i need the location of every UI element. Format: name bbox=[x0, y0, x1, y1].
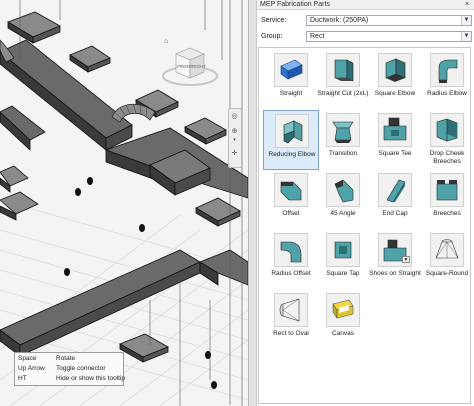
square-elbow-icon bbox=[378, 53, 412, 87]
part-tile-reducing-elbow[interactable]: Reducing Elbow bbox=[263, 110, 319, 170]
group-row: Group: Rect ▼ bbox=[257, 29, 474, 43]
group-label: Group: bbox=[261, 32, 283, 40]
part-label: End Cap bbox=[382, 210, 408, 217]
viewcube[interactable]: FRONT RIGHT bbox=[160, 40, 220, 90]
part-tile-offset[interactable]: Offset bbox=[263, 170, 319, 230]
panel-splitter[interactable] bbox=[248, 0, 257, 406]
keyboard-shortcut-tooltip: Space Rotate Up Arrow Toggle connector H… bbox=[14, 352, 126, 386]
group-select[interactable]: Rect ▼ bbox=[306, 30, 472, 42]
close-icon[interactable]: × bbox=[463, 1, 471, 9]
radius-elbow-icon bbox=[430, 53, 464, 87]
canvas-icon bbox=[326, 293, 360, 327]
end-cap-dropdown-icon[interactable]: ▼ bbox=[402, 256, 410, 263]
square-round-icon bbox=[430, 233, 464, 267]
pan-icon[interactable]: ✛ bbox=[230, 149, 239, 157]
model-viewport[interactable]: FRONT RIGHT ⌂ ◎ ⊕ ▾ ✛ Space Rotate Up Ar… bbox=[0, 0, 248, 406]
zoom-dropdown-icon[interactable]: ▾ bbox=[230, 137, 239, 143]
viewcube-right-label: RIGHT bbox=[192, 64, 206, 69]
reducing-elbow-icon bbox=[275, 114, 309, 148]
part-label: Straight bbox=[279, 90, 303, 97]
part-label: Shoes on Straight bbox=[369, 270, 421, 277]
part-label: Straight Cut (2xL) bbox=[317, 90, 369, 97]
part-label: Offset bbox=[282, 210, 300, 217]
breeches-icon bbox=[430, 173, 464, 207]
part-tile-rect-to-oval[interactable]: Rect to Oval bbox=[263, 290, 319, 350]
part-label: Reducing Elbow bbox=[268, 151, 316, 158]
straight-icon bbox=[274, 53, 308, 87]
part-label: Radius Offset bbox=[271, 270, 311, 277]
tooltip-key: Up Arrow bbox=[18, 365, 45, 372]
radius-offset-icon bbox=[274, 233, 308, 267]
drop-cheek-breeches-icon bbox=[430, 113, 464, 147]
part-tile-straight[interactable]: Straight bbox=[263, 50, 319, 110]
part-label: Drop Cheek Breeches bbox=[429, 150, 465, 165]
panel-titlebar[interactable]: MEP Fabrication Parts × bbox=[257, 0, 474, 10]
square-tap-icon bbox=[326, 233, 360, 267]
rect-to-oval-icon bbox=[274, 293, 308, 327]
tooltip-action: Toggle connector bbox=[56, 365, 106, 372]
end-cap-icon bbox=[378, 173, 412, 207]
part-label: Transition bbox=[328, 150, 358, 157]
service-row: Service: Ductwork: (250PA) ▼ bbox=[257, 13, 474, 27]
service-label: Service: bbox=[261, 16, 287, 24]
part-label: Square Elbow bbox=[374, 90, 416, 97]
straight-cut-icon bbox=[326, 53, 360, 87]
part-label: Square-Round bbox=[425, 270, 469, 277]
part-label: Canvas bbox=[331, 330, 355, 337]
part-tile-canvas[interactable]: Canvas bbox=[315, 290, 371, 350]
tooltip-action: Rotate bbox=[56, 355, 76, 362]
part-tile-end-cap[interactable]: End Cap bbox=[367, 170, 423, 230]
part-tile-radius-elbow[interactable]: Radius Elbow bbox=[419, 50, 474, 110]
part-tile-square-elbow[interactable]: Square Elbow bbox=[367, 50, 423, 110]
service-value: Ductwork: (250PA) bbox=[310, 16, 369, 24]
part-label: 45 Angle bbox=[330, 210, 356, 217]
part-tile-square-round[interactable]: Square-Round bbox=[419, 230, 474, 290]
steering-wheel-icon[interactable]: ◎ bbox=[230, 112, 239, 120]
part-label: Radius Elbow bbox=[427, 90, 467, 97]
tooltip-action: Hide or show this tooltip bbox=[56, 375, 126, 382]
parts-grid: Straight Straight Cut (2xL) Square Elbow Ra… bbox=[258, 47, 471, 404]
chevron-down-icon[interactable]: ▼ bbox=[461, 15, 471, 25]
tooltip-key: HT bbox=[18, 375, 27, 382]
transition-icon bbox=[326, 113, 360, 147]
part-tile-transition[interactable]: Transition bbox=[315, 110, 371, 170]
mep-fabrication-parts-panel: MEP Fabrication Parts × Service: Ductwor… bbox=[257, 0, 474, 406]
angle-45-icon bbox=[326, 173, 360, 207]
square-tee-icon bbox=[378, 113, 412, 147]
part-tile-drop-cheek-breeches[interactable]: Drop Cheek Breeches bbox=[419, 110, 474, 170]
part-tile-square-tee[interactable]: Square Tee bbox=[367, 110, 423, 170]
part-tile-radius-offset[interactable]: Radius Offset bbox=[263, 230, 319, 290]
part-label: Square Tap bbox=[326, 270, 360, 277]
panel-title: MEP Fabrication Parts bbox=[260, 1, 330, 8]
part-tile-square-tap[interactable]: Square Tap bbox=[315, 230, 371, 290]
service-select[interactable]: Ductwork: (250PA) ▼ bbox=[306, 14, 472, 26]
tooltip-key: Space bbox=[18, 355, 37, 362]
chevron-down-icon[interactable]: ▼ bbox=[461, 31, 471, 41]
part-label: Breeches bbox=[433, 210, 461, 217]
navigation-bar: ◎ ⊕ ▾ ✛ bbox=[228, 108, 242, 168]
group-value: Rect bbox=[310, 32, 325, 40]
home-icon[interactable]: ⌂ bbox=[164, 38, 168, 45]
part-tile-shoes-on-straight[interactable]: Shoes on Straight bbox=[367, 230, 423, 290]
part-label: Square Tee bbox=[378, 150, 412, 157]
part-tile-breeches[interactable]: Breeches bbox=[419, 170, 474, 230]
part-tile-straight-cut[interactable]: Straight Cut (2xL) bbox=[315, 50, 371, 110]
part-tile-angle-45[interactable]: 45 Angle bbox=[315, 170, 371, 230]
part-label: Rect to Oval bbox=[273, 330, 309, 337]
offset-icon bbox=[274, 173, 308, 207]
viewcube-front-label: FRONT bbox=[177, 64, 193, 69]
zoom-icon[interactable]: ⊕ bbox=[230, 127, 239, 135]
